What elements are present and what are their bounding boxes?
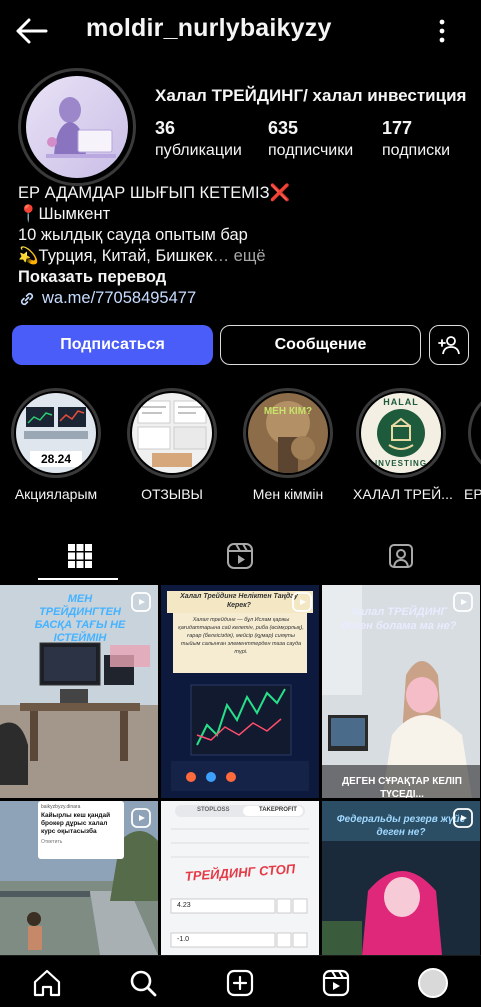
profile-username: moldir_nurlybaikyzy (86, 14, 332, 42)
post-caption: Халал ТРЕЙДИНГ деген болама ма не? (341, 606, 457, 632)
profile-avatar[interactable] (418, 968, 448, 998)
stat-label: подписчики (268, 142, 354, 159)
takeprofit-tab-label: TAKEPROFIT (259, 807, 297, 813)
highlight-overlay-text: МЕН КІМ? (263, 406, 313, 417)
stoploss-tab-label: STOPLOSS (197, 807, 230, 813)
create-icon[interactable] (225, 968, 255, 998)
bio-line: ЕР АДАМДАР ШЫҒЫП КЕТЕМІЗ❌ (18, 184, 291, 202)
top-bar: moldir_nurlybaikyzy (0, 0, 481, 62)
bottom-navigation (0, 955, 481, 1007)
stat-value: 635 (268, 118, 299, 138)
comment-reply-link: Ответить (41, 839, 63, 845)
show-translation-link[interactable]: Показать перевод (18, 267, 468, 288)
profile-tabs (0, 531, 481, 581)
highlight-cover: 28.24 (16, 393, 96, 473)
tab-tagged[interactable] (321, 531, 481, 581)
logo-text-top: HALAL (383, 397, 419, 407)
highlight-label: ХАЛАЛ ТРЕЙ... (353, 486, 453, 502)
profile-bio: ЕР АДАМДАР ШЫҒЫП КЕТЕМІЗ❌ 📍Шымкент 10 жы… (18, 183, 468, 309)
input-value: 4.23 (177, 902, 191, 909)
bio-website-link[interactable]: wa.me/77058495477 (18, 288, 468, 309)
active-tab-indicator (38, 578, 118, 580)
post-body-text: Халал трейдинг — бұл Ислам қаржы қағидат… (178, 617, 304, 655)
post-tile[interactable]: STOPLOSS TAKEPROFIT ТРЕЙДИНГ СТОП 4.23 -… (161, 801, 319, 955)
highlight-ring: HALAL INVESTING (356, 388, 446, 478)
highlight-cover: МЕН КІМ? (248, 393, 328, 473)
post-caption: МЕН ТРЕЙДИНГТЕН БАСҚА ТАҒЫ НЕ ІСТЕЙМІН (34, 593, 126, 644)
add-user-icon (438, 336, 460, 355)
message-button[interactable]: Сообщение (220, 325, 421, 365)
highlight-stocks[interactable]: 28.24 Акцияларым (8, 388, 104, 502)
highlight-badge: 28.24 (40, 452, 72, 466)
highlight-label: ЕР (464, 486, 481, 502)
bio-line: 📍Шымкент (18, 205, 111, 223)
tab-posts-grid[interactable] (0, 531, 160, 581)
post-tile[interactable]: baikyzbyzy.dinara Кайырлы кеш қандай бро… (0, 801, 158, 955)
post-tile[interactable]: МЕН ТРЕЙДИНГТЕН БАСҚА ТАҒЫ НЕ ІСТЕЙМІН (0, 585, 158, 798)
post-caption: Федеральды резерв жүйе деген не? (336, 814, 466, 838)
profile-name: Халал ТРЕЙДИНГ/ халал инвестиция (155, 86, 467, 105)
input-value: -1.0 (177, 936, 190, 943)
bio-line: 10 жылдық сауда опытым бар (18, 226, 248, 244)
suggested-users-button[interactable] (429, 325, 469, 365)
highlight-cover: HALAL INVESTING (361, 393, 441, 473)
post-tile[interactable]: Федеральды резерв жүйе деген не? (322, 801, 480, 955)
stat-value: 36 (155, 118, 176, 138)
grid-icon (68, 544, 92, 568)
highlight-partial[interactable]: ЕР (464, 388, 481, 502)
stat-following[interactable]: 177 подписки (382, 118, 450, 160)
highlight-ring: 28.24 (11, 388, 101, 478)
post-caption: Кайырлы кеш қандай брокер дұрыс халал ку… (41, 812, 111, 835)
bio-line-text: 💫Турция, Китай, Бишкек (18, 247, 213, 265)
stat-posts[interactable]: 36 публикации (155, 118, 242, 160)
logo-text-bottom: INVESTING (374, 459, 428, 468)
post-caption: Халал Трейдинг Неліктен Таңдау Керек? (180, 593, 298, 609)
comment-card: baikyzbyzy.dinara Кайырлы кеш қандай бро… (38, 801, 124, 859)
highlight-label: ОТЗЫВЫ (141, 486, 203, 502)
profile-avatar[interactable] (26, 76, 128, 178)
bio-line: 💫Турция, Китай, Бишкек… ещё (18, 246, 468, 267)
follow-button[interactable]: Подписаться (12, 325, 213, 365)
highlight-label: Акцияларым (14, 486, 98, 502)
reel-badge-icon (131, 592, 151, 612)
home-icon[interactable] (32, 968, 62, 998)
post-subtitle: ДЕГЕН СҰРАҚТАР КЕЛІП ТҮСЕДІ... (342, 776, 462, 798)
stat-label: публикации (155, 142, 242, 159)
highlight-ring (127, 388, 217, 478)
reel-badge-icon (453, 592, 473, 612)
stat-followers[interactable]: 635 подписчики (268, 118, 353, 160)
highlight-reviews[interactable]: ОТЗЫВЫ (124, 388, 220, 502)
highlight-ring (468, 388, 481, 478)
bio-link-text: wa.me/77058495477 (42, 289, 197, 307)
tab-reels[interactable] (160, 531, 320, 581)
highlight-about-me[interactable]: МЕН КІМ? Мен кіммін (240, 388, 336, 502)
reels-icon (227, 543, 253, 569)
highlight-ring: МЕН КІМ? (243, 388, 333, 478)
post-tile[interactable]: Халал Трейдинг Неліктен Таңдау Керек? Ха… (161, 585, 319, 798)
reels-icon[interactable] (321, 968, 351, 998)
more-options-icon[interactable] (432, 18, 452, 44)
post-tile[interactable]: Халал ТРЕЙДИНГ деген болама ма не? ДЕГЕН… (322, 585, 480, 798)
highlight-label: Мен кіммін (252, 486, 324, 502)
tagged-icon (389, 544, 413, 568)
comment-account: baikyzbyzy.dinara (41, 804, 81, 810)
reel-badge-icon (131, 808, 151, 828)
search-icon[interactable] (128, 968, 158, 998)
stat-label: подписки (382, 142, 451, 159)
highlight-cover (132, 393, 212, 473)
bio-more-link[interactable]: … ещё (213, 247, 266, 265)
stat-value: 177 (382, 118, 413, 138)
highlight-halal-trading[interactable]: HALAL INVESTING ХАЛАЛ ТРЕЙ... (353, 388, 453, 502)
link-icon (20, 292, 34, 305)
reel-badge-icon (292, 592, 312, 612)
reel-badge-icon (453, 808, 473, 828)
back-arrow-icon[interactable] (14, 16, 48, 46)
